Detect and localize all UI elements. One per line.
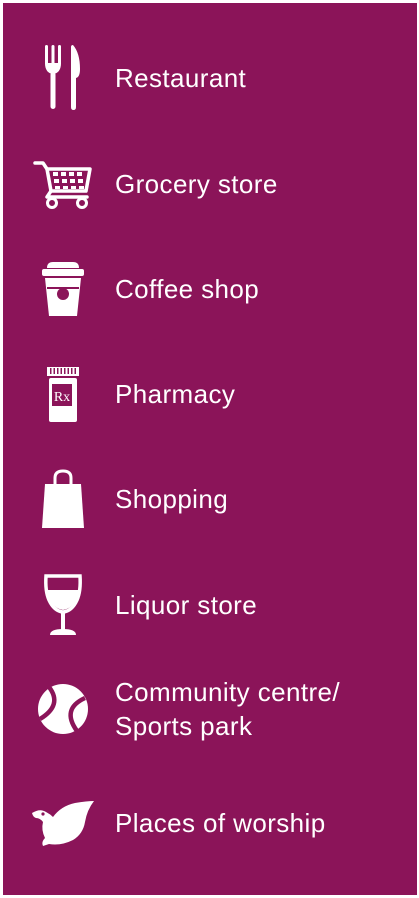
sports-ball-icon bbox=[25, 669, 101, 749]
legend-item-liquor-store: Liquor store bbox=[3, 565, 417, 645]
legend-label-line1: Community centre/ bbox=[115, 677, 340, 707]
coffee-cup-icon bbox=[25, 249, 101, 329]
amenities-legend-panel: Restaurant Grocery store Coffee shop Rx … bbox=[3, 3, 417, 895]
legend-label-line2: Sports park bbox=[115, 711, 253, 741]
legend-label-restaurant: Restaurant bbox=[115, 63, 247, 93]
wine-glass-icon bbox=[25, 565, 101, 645]
legend-item-community-centre: Community centre/ Sports park bbox=[3, 669, 417, 749]
fork-knife-icon bbox=[25, 38, 101, 118]
legend-item-places-of-worship: Places of worship bbox=[3, 783, 417, 863]
legend-item-coffee-shop: Coffee shop bbox=[3, 249, 417, 329]
legend-item-pharmacy: Rx Pharmacy bbox=[3, 354, 417, 434]
legend-item-restaurant: Restaurant bbox=[3, 38, 417, 118]
rx-symbol: Rx bbox=[54, 390, 70, 405]
legend-item-grocery-store: Grocery store bbox=[3, 144, 417, 224]
shopping-cart-icon bbox=[25, 144, 101, 224]
prescription-bottle-icon: Rx bbox=[25, 354, 101, 434]
legend-label-shopping: Shopping bbox=[115, 484, 229, 514]
legend-label-liquor-store: Liquor store bbox=[115, 590, 258, 620]
legend-label-community-centre: Community centre/ Sports park bbox=[115, 669, 340, 749]
legend-item-shopping: Shopping bbox=[3, 459, 417, 539]
dove-icon bbox=[25, 783, 101, 863]
legend-label-pharmacy: Pharmacy bbox=[115, 379, 236, 409]
shopping-bag-icon bbox=[25, 459, 101, 539]
legend-label-grocery-store: Grocery store bbox=[115, 169, 278, 199]
legend-label-coffee-shop: Coffee shop bbox=[115, 274, 260, 304]
legend-label-places-of-worship: Places of worship bbox=[115, 808, 326, 838]
